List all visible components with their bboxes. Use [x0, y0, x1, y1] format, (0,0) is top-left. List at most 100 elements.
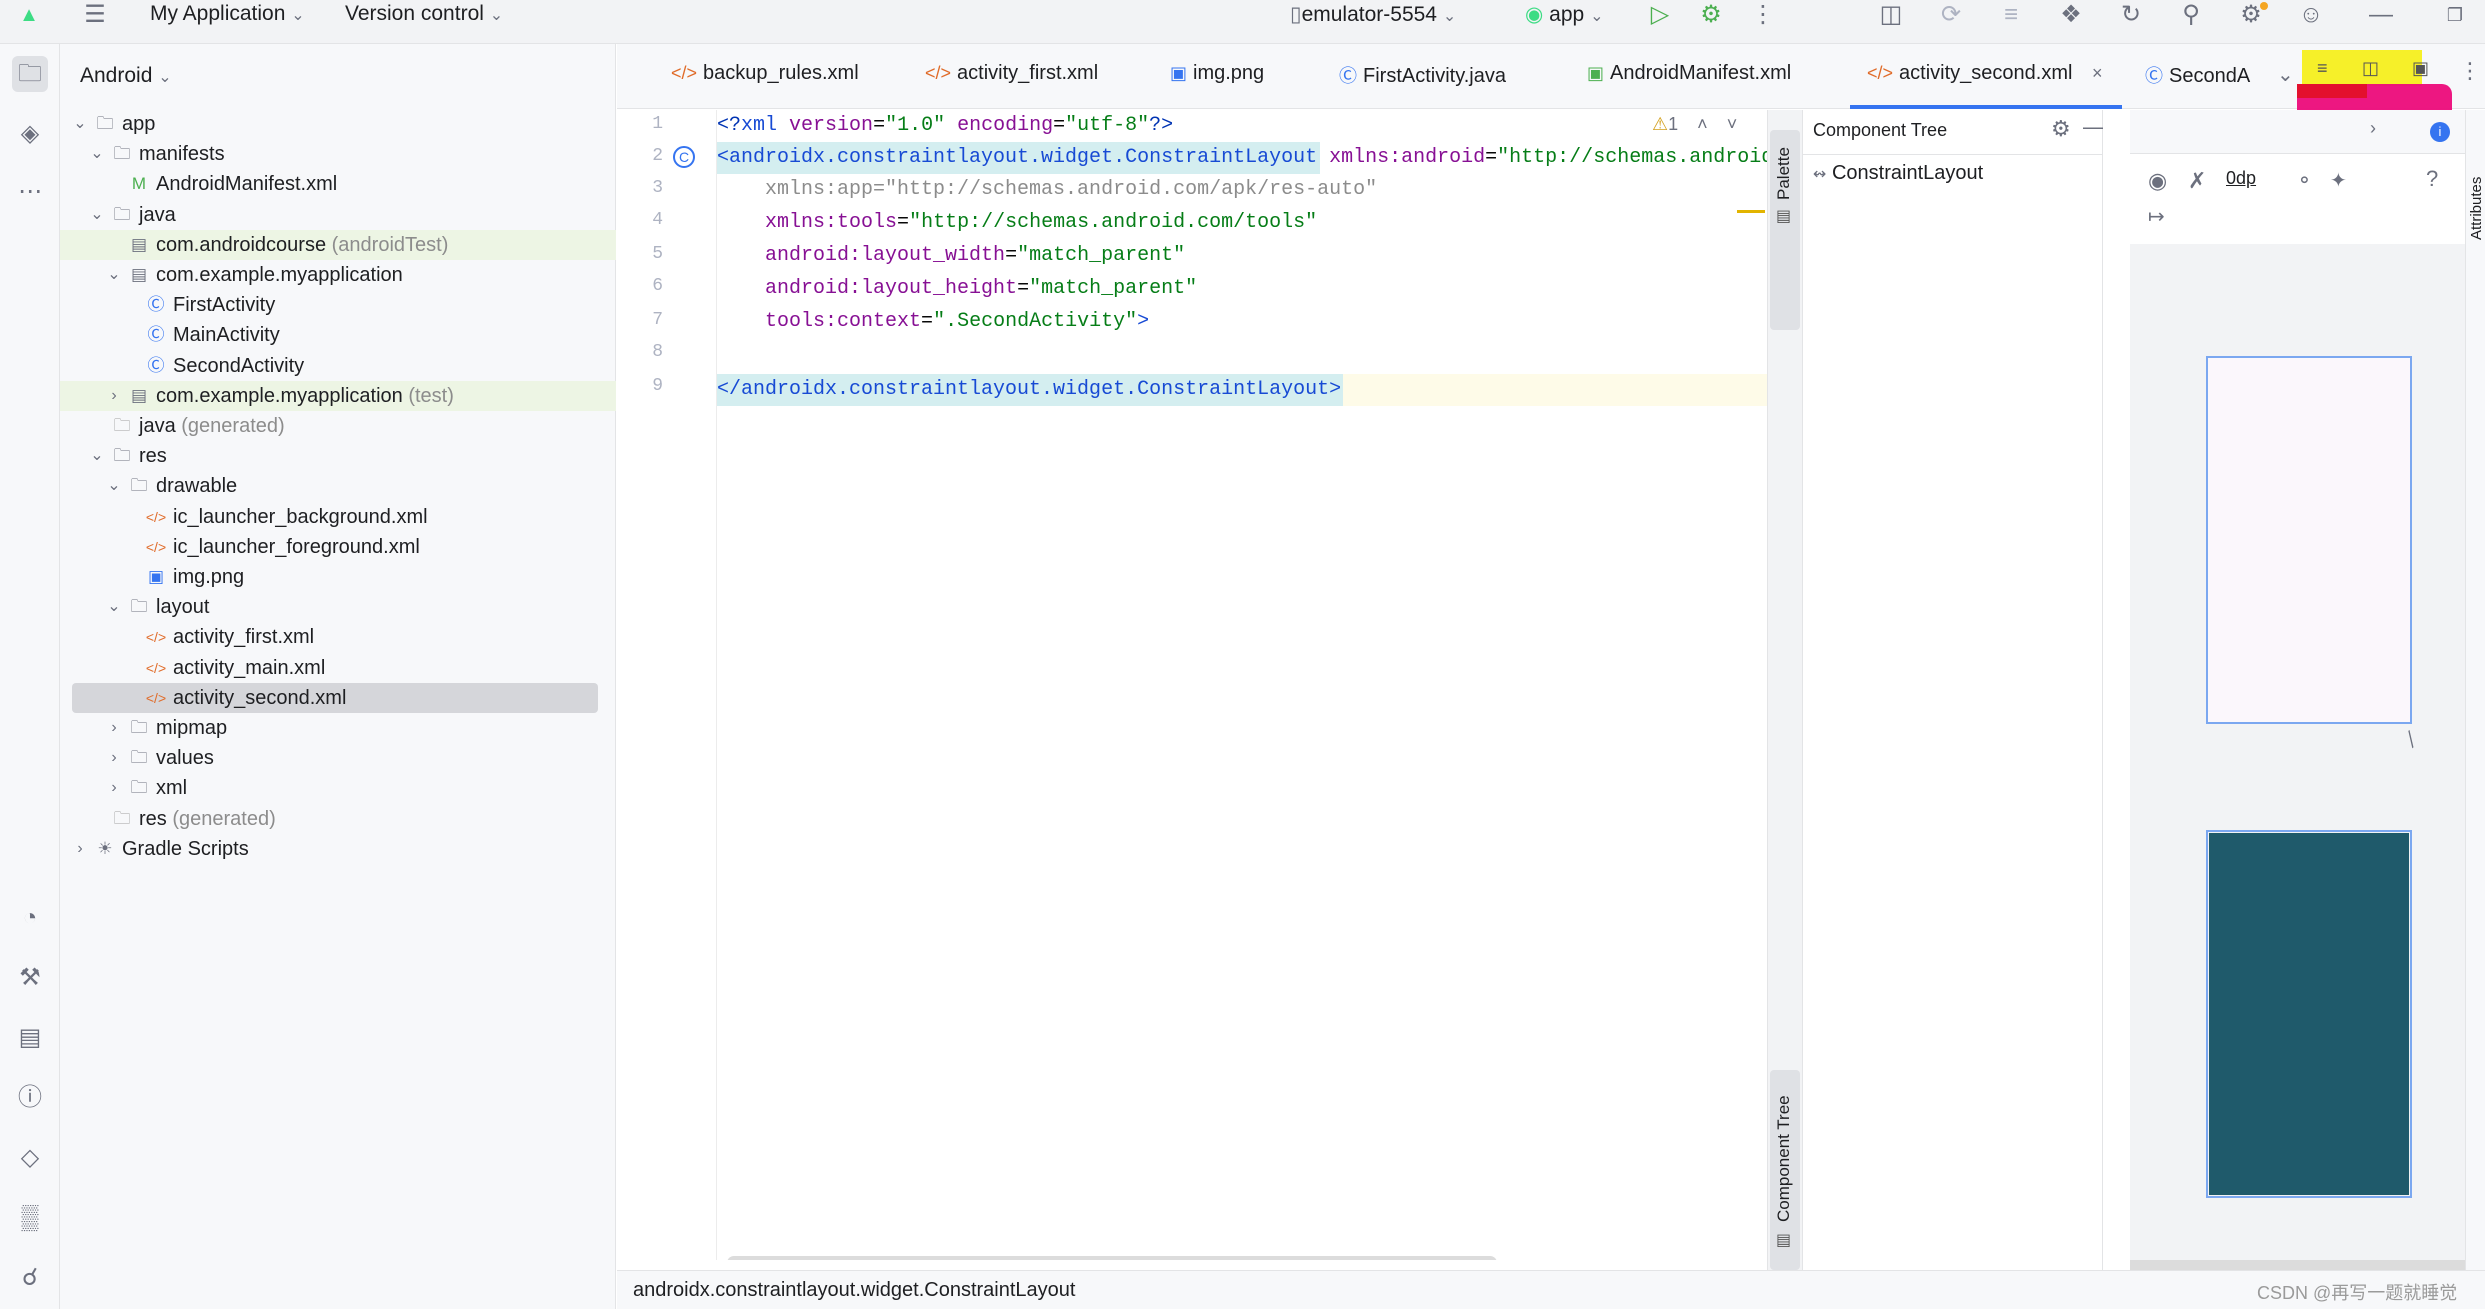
device-manager-icon[interactable]: ◫	[1876, 2, 1906, 28]
tree-item[interactable]: › 🗀 values	[60, 743, 616, 773]
component-tree-side-label[interactable]: Component Tree	[1774, 1095, 1794, 1222]
build-icon[interactable]: ⚒	[12, 960, 48, 996]
profiler-icon[interactable]: ◔	[12, 900, 48, 936]
horizontal-scrollbar[interactable]	[727, 1256, 1497, 1260]
restore-icon[interactable]: ❐	[2440, 2, 2470, 28]
tree-item[interactable]: ⌄ ▤ com.example.myapplication	[60, 260, 616, 290]
android-logo-icon[interactable]: ▲	[14, 2, 44, 28]
resource-manager-icon[interactable]: ◈	[12, 116, 48, 152]
palette-label[interactable]: Palette	[1774, 147, 1794, 200]
tree-item[interactable]: Ⓒ FirstActivity	[60, 290, 616, 320]
chevron-down-icon[interactable]: ˅	[1727, 114, 1738, 134]
chevron-right-icon[interactable]: ›	[104, 713, 124, 743]
layout-inspector-icon[interactable]: ≡	[1996, 2, 2026, 28]
main-menu-icon[interactable]: ☰	[80, 2, 110, 28]
design-view-icon[interactable]: ▣	[2412, 58, 2429, 79]
chevron-right-icon[interactable]: ›	[104, 743, 124, 773]
chevron-right-icon[interactable]: ›	[104, 381, 124, 411]
inspection-widget[interactable]: ⚠1 ˄ ˅	[1652, 114, 1737, 135]
chevron-down-icon[interactable]: ⌄	[104, 260, 124, 290]
chevron-up-icon[interactable]: ˄	[1697, 114, 1708, 134]
tree-node-constraintlayout[interactable]: ↭ ConstraintLayout	[1813, 162, 1983, 185]
tree-item[interactable]: ⌄ 🗀 java	[60, 200, 616, 230]
logcat-icon[interactable]: ▤	[12, 1020, 48, 1056]
tree-item[interactable]: </> ic_launcher_background.xml	[60, 502, 616, 532]
autoconnect-icon[interactable]: ✗	[2188, 168, 2206, 194]
class-gutter-icon[interactable]: C	[673, 146, 695, 168]
tab-android-manifest[interactable]: ▣ AndroidManifest.xml	[1587, 62, 1791, 85]
tree-item[interactable]: › ☀ Gradle Scripts	[60, 834, 616, 864]
debug-icon[interactable]: ⚙	[1696, 2, 1726, 28]
more-tools-icon[interactable]: ⋯	[12, 174, 48, 210]
sync-gradle-icon[interactable]: ↻	[2116, 2, 2146, 28]
app-quality-icon[interactable]: ◇	[12, 1140, 48, 1176]
tab-first-activity[interactable]: Ⓒ FirstActivity.java	[1339, 62, 1506, 88]
chevron-down-icon[interactable]: ⌄	[104, 471, 124, 501]
device-selector[interactable]: ▯emulator-5554 ⌄	[1290, 2, 1456, 27]
chevron-down-icon[interactable]: ⌄	[87, 441, 107, 471]
design-preview[interactable]	[2206, 356, 2412, 724]
attributes-tab[interactable]: Attributes	[2468, 177, 2485, 240]
tree-item[interactable]: Ⓒ MainActivity	[60, 320, 616, 350]
resize-handle-icon[interactable]: ∕	[2401, 729, 2422, 750]
vcs-selector[interactable]: Version control ⌄	[345, 2, 503, 26]
minimize-panel-icon[interactable]: —	[2083, 114, 2105, 140]
gear-icon[interactable]: ⚙	[2051, 116, 2071, 142]
chevron-down-icon[interactable]: ⌄	[87, 200, 107, 230]
tab-activity-second[interactable]: </> activity_second.xml ×	[1867, 62, 2103, 85]
tree-item[interactable]: 🗀 res (generated)	[60, 804, 616, 834]
tree-item[interactable]: 🗀 java (generated)	[60, 411, 616, 441]
info-icon[interactable]: i	[2430, 122, 2450, 142]
split-view-icon[interactable]: ◫	[2362, 58, 2379, 79]
close-tab-icon[interactable]: ×	[2092, 63, 2103, 83]
tab-second-activity[interactable]: Ⓒ SecondA	[2145, 62, 2250, 88]
project-view-selector[interactable]: Android ⌄	[80, 64, 172, 88]
project-folder-icon[interactable]: 🗀	[12, 56, 48, 92]
tree-item[interactable]: ⌄ 🗀 manifests	[60, 139, 616, 169]
design-scrollbar[interactable]	[2130, 1260, 2465, 1270]
tree-item[interactable]: </> activity_first.xml	[60, 622, 616, 652]
breadcrumb-path[interactable]: androidx.constraintlayout.widget.Constra…	[633, 1279, 1075, 1302]
minimize-icon[interactable]: —	[2366, 2, 2396, 28]
tab-activity-first[interactable]: </> activity_first.xml	[925, 62, 1098, 85]
problems-icon[interactable]: ⓘ	[12, 1080, 48, 1116]
chevron-right-icon[interactable]: ›	[2370, 118, 2376, 139]
guidelines-icon[interactable]: ↦	[2148, 204, 2165, 229]
tree-item[interactable]: </> activity_main.xml	[60, 653, 616, 683]
default-margin-selector[interactable]: 0dp	[2226, 168, 2256, 189]
account-icon[interactable]: ☺	[2296, 2, 2326, 28]
code-view-icon[interactable]: ≡	[2317, 58, 2328, 79]
tab-img-png[interactable]: ▣ img.png	[1170, 62, 1264, 85]
infer-constraints-icon[interactable]: ✦	[2330, 168, 2347, 193]
tree-item[interactable]: ⌄ 🗀 layout	[60, 592, 616, 622]
tree-item[interactable]: ⌄ 🗀 res	[60, 441, 616, 471]
run-icon[interactable]: ▷	[1645, 2, 1675, 28]
tree-item[interactable]: › ▤ com.example.myapplication (test)	[60, 380, 616, 411]
git-icon[interactable]: ☌	[12, 1260, 48, 1296]
code-editor[interactable]: <?xml version="1.0" encoding="utf-8"?> <…	[717, 110, 1767, 1260]
help-icon[interactable]: ?	[2426, 166, 2438, 192]
tree-item[interactable]: ▣ img.png	[60, 562, 616, 592]
run-config-selector[interactable]: ◉ app ⌄	[1525, 2, 1603, 27]
chevron-down-icon[interactable]: ⌄	[87, 139, 107, 169]
chevron-right-icon[interactable]: ›	[104, 773, 124, 803]
chevron-down-icon[interactable]: ⌄	[104, 592, 124, 622]
terminal-icon[interactable]: ▒	[12, 1200, 48, 1236]
tree-item[interactable]: </> activity_second.xml	[72, 682, 598, 713]
tree-item[interactable]: › 🗀 xml	[60, 773, 616, 803]
tree-item[interactable]: M AndroidManifest.xml	[60, 169, 616, 199]
tree-item[interactable]: </> ic_launcher_foreground.xml	[60, 532, 616, 562]
tree-item[interactable]: ⌄ 🗀 drawable	[60, 471, 616, 501]
chevron-down-icon[interactable]: ⌄	[70, 109, 90, 139]
tab-list-chevron-icon[interactable]: ⌄	[2277, 62, 2294, 87]
project-selector[interactable]: My Application ⌄	[150, 2, 305, 26]
more-actions-icon[interactable]: ⋮	[1748, 2, 1778, 28]
search-icon[interactable]: ⚲	[2176, 2, 2206, 28]
clear-constraints-icon[interactable]: ⚬	[2296, 168, 2313, 193]
eye-icon[interactable]: ◉	[2148, 168, 2167, 194]
tree-item[interactable]: ⌄ 🗀 app	[60, 109, 616, 139]
tree-item[interactable]: ▤ com.androidcourse (androidTest)	[60, 229, 616, 260]
chevron-right-icon[interactable]: ›	[70, 834, 90, 864]
tab-backup-rules[interactable]: </> backup_rules.xml	[671, 62, 859, 85]
editor-more-icon[interactable]: ⋮	[2459, 58, 2481, 84]
